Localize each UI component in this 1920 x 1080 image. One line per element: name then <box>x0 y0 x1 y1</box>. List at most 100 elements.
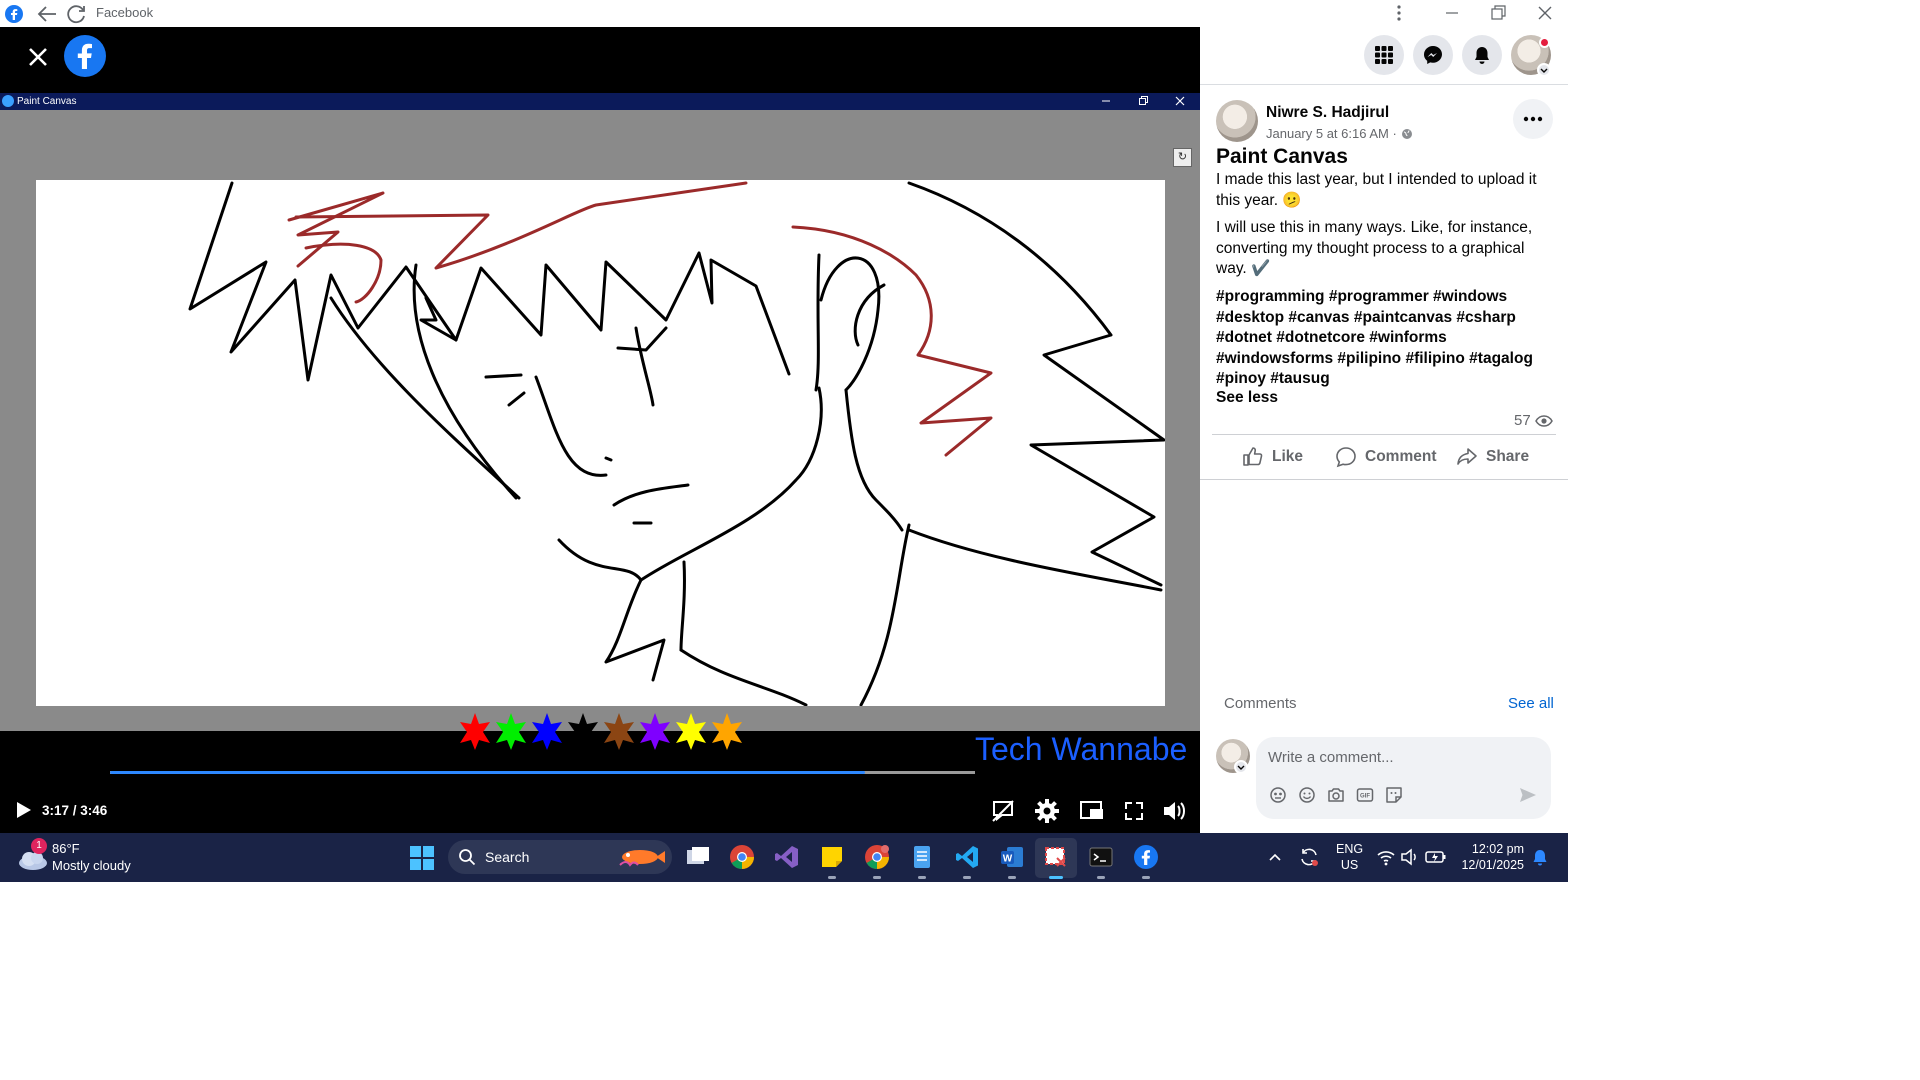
picture-in-picture-icon[interactable] <box>1078 797 1106 825</box>
commenter-chevron-icon[interactable] <box>1234 760 1248 774</box>
camera-icon[interactable] <box>1326 785 1346 805</box>
running-indicator <box>873 876 881 879</box>
play-icon[interactable] <box>12 799 34 821</box>
windows-start-icon[interactable] <box>409 845 435 871</box>
sync-icon[interactable] <box>1298 846 1320 868</box>
post-author[interactable]: Niwre S. Hadjirul <box>1266 104 1389 122</box>
taskbar-search[interactable]: Search <box>448 840 672 874</box>
video-viewer: Paint Canvas ↻ Tech Wannabe 3:17 / 3:46 <box>0 27 1200 833</box>
share-label: Share <box>1486 448 1530 465</box>
word-icon[interactable]: W <box>998 843 1026 879</box>
post-paragraph-2: I will use this in many ways. Like, for … <box>1216 219 1533 277</box>
video-progress-bar[interactable] <box>110 771 975 774</box>
close-window-icon[interactable] <box>1535 3 1555 23</box>
settings-gear-icon[interactable] <box>1033 797 1061 825</box>
account-chevron-icon[interactable] <box>1537 63 1551 77</box>
active-indicator <box>1049 876 1063 879</box>
author-avatar[interactable] <box>1216 100 1258 142</box>
post-meta: January 5 at 6:16 AM · <box>1266 126 1413 141</box>
facebook-taskbar-icon[interactable] <box>1132 843 1160 879</box>
notepad-icon[interactable] <box>908 843 936 879</box>
emoji-icon[interactable] <box>1297 785 1317 805</box>
browser-titlebar: Facebook <box>0 0 1568 27</box>
comment-label: Comment <box>1365 448 1437 465</box>
post-paragraph-1: I made this last year, but I intended to… <box>1216 171 1537 209</box>
notification-center-bell-icon[interactable] <box>1532 849 1548 867</box>
captions-off-icon[interactable] <box>989 797 1017 825</box>
search-icon <box>458 848 476 866</box>
battery-charging-icon[interactable] <box>1425 848 1447 866</box>
vscode-icon[interactable] <box>953 843 981 879</box>
visual-studio-icon[interactable] <box>773 843 801 871</box>
fullscreen-icon[interactable] <box>1120 797 1148 825</box>
post-timestamp[interactable]: January 5 at 6:16 AM · <box>1266 126 1397 141</box>
comment-button[interactable]: Comment <box>1335 446 1436 468</box>
color-swatch-green <box>494 711 528 751</box>
clock-date: 12/01/2025 <box>1461 858 1524 872</box>
send-comment-icon[interactable] <box>1518 785 1538 805</box>
color-swatch-yellow <box>674 711 708 751</box>
notifications-bell-icon[interactable] <box>1462 35 1502 75</box>
menu-grid-icon[interactable] <box>1364 35 1404 75</box>
volume-icon[interactable] <box>1160 797 1188 825</box>
action-divider-top <box>1212 434 1556 435</box>
weather-temp[interactable]: 86°F <box>52 841 80 856</box>
comment-bubble-icon <box>1335 446 1357 468</box>
comments-header: Comments <box>1224 695 1297 712</box>
video-progress-fill <box>110 771 866 774</box>
snipping-tool-icon[interactable] <box>1042 843 1070 879</box>
svg-text:W: W <box>1003 854 1013 865</box>
close-viewer-icon[interactable] <box>26 45 50 69</box>
color-palette <box>458 711 744 755</box>
color-swatch-red <box>458 711 492 751</box>
weather-alert-badge: 1 <box>31 838 47 854</box>
speaker-icon[interactable] <box>1400 848 1420 866</box>
see-less-link[interactable]: See less <box>1216 389 1278 407</box>
wifi-icon[interactable] <box>1376 848 1396 866</box>
terminal-icon[interactable] <box>1087 843 1115 879</box>
color-swatch-purple <box>638 711 672 751</box>
like-label: Like <box>1272 448 1304 465</box>
messenger-icon[interactable] <box>1413 35 1453 75</box>
back-icon[interactable] <box>36 4 56 24</box>
post-panel: Niwre S. Hadjirul January 5 at 6:16 AM ·… <box>1200 27 1568 833</box>
tray-chevron-up-icon[interactable] <box>1267 849 1283 865</box>
browser-title: Facebook <box>96 5 154 20</box>
comment-tools: GIF <box>1268 785 1404 805</box>
post-hashtags[interactable]: #programming #programmer #windows #deskt… <box>1216 287 1556 390</box>
search-highlight-icon <box>616 845 666 869</box>
language-indicator[interactable]: ENG US <box>1336 842 1363 872</box>
region-code: US <box>1340 858 1359 872</box>
panel-divider <box>1200 84 1568 85</box>
clock[interactable]: 12:02 pm 12/01/2025 <box>1460 842 1524 872</box>
share-button[interactable]: Share <box>1456 446 1529 468</box>
more-vert-icon[interactable] <box>1390 3 1408 23</box>
chrome-profile-icon[interactable] <box>863 843 891 879</box>
comment-input[interactable]: Write a comment... <box>1268 749 1394 766</box>
svg-text:GIF: GIF <box>1360 794 1370 800</box>
reload-icon[interactable] <box>66 4 86 24</box>
see-all-comments-link[interactable]: See all <box>1508 695 1554 712</box>
post-options-icon[interactable] <box>1513 99 1553 139</box>
sticker-icon[interactable] <box>1384 785 1404 805</box>
notification-dot <box>1539 37 1550 48</box>
chrome-icon[interactable] <box>728 843 756 871</box>
minimize-window-icon[interactable] <box>1442 3 1462 23</box>
comment-composer[interactable]: Write a comment... GIF <box>1256 737 1551 819</box>
facebook-logo-icon[interactable] <box>64 35 106 77</box>
paint-close-icon <box>1174 95 1186 107</box>
color-swatch-blue <box>530 711 564 751</box>
like-button[interactable]: Like <box>1242 446 1303 468</box>
avatar-sticker-icon[interactable] <box>1268 785 1288 805</box>
running-indicator <box>1008 876 1016 879</box>
post-title: Paint Canvas <box>1216 145 1348 168</box>
color-swatch-black <box>566 711 600 751</box>
task-view-icon[interactable] <box>684 843 712 871</box>
sticky-notes-icon[interactable] <box>818 843 846 879</box>
restore-window-icon[interactable] <box>1488 3 1508 23</box>
thumbs-up-icon <box>1242 446 1264 468</box>
gif-icon[interactable]: GIF <box>1355 785 1375 805</box>
video-watermark: Tech Wannabe <box>975 731 1188 767</box>
view-count-value: 57 <box>1514 412 1531 429</box>
weather-desc[interactable]: Mostly cloudy <box>52 858 131 873</box>
